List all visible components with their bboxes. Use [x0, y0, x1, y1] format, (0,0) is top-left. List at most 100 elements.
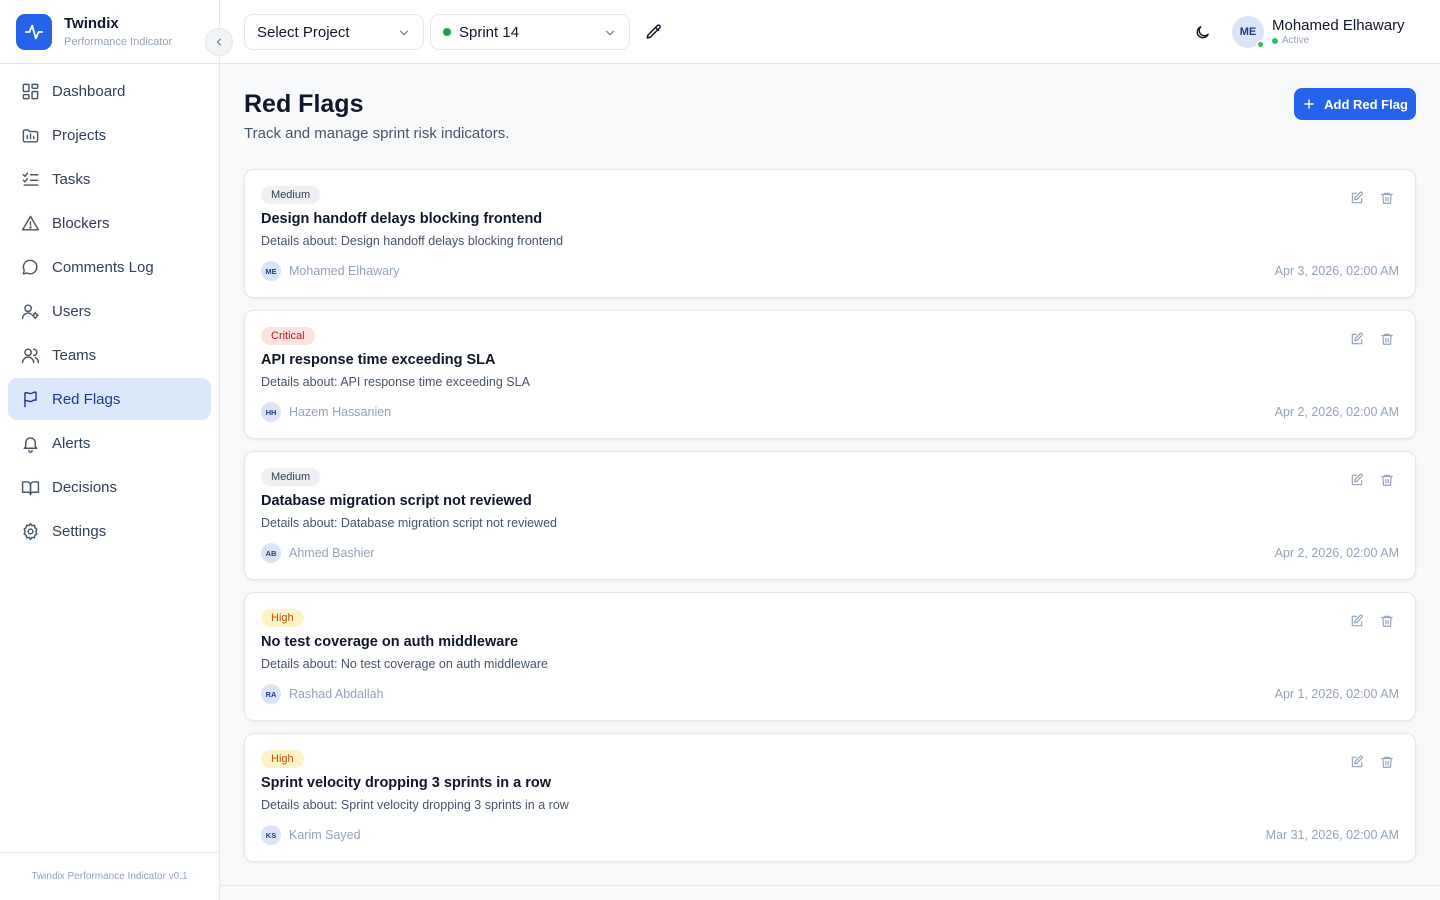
- theme-toggle-button[interactable]: [1192, 22, 1212, 42]
- dashboard-icon: [20, 81, 40, 101]
- sidebar: Twindix Performance Indicator Dashboard …: [0, 0, 233, 900]
- gear-icon: [20, 521, 40, 541]
- trash-icon: [1381, 756, 1393, 768]
- users-icon: [20, 345, 40, 365]
- sidebar-item-label: Projects: [52, 126, 107, 144]
- author-avatar: ME: [261, 261, 281, 281]
- user-status-label: Active: [1282, 35, 1310, 46]
- sidebar-item-decisions[interactable]: Decisions: [8, 466, 211, 508]
- delete-flag-button[interactable]: [1379, 613, 1395, 629]
- flag-icon: [20, 389, 40, 409]
- severity-badge: High: [261, 609, 304, 627]
- delete-flag-button[interactable]: [1379, 190, 1395, 206]
- sprint-active-dot: [443, 28, 451, 36]
- chevron-down-icon: [399, 30, 409, 36]
- sidebar-item-blockers[interactable]: Blockers: [8, 202, 211, 244]
- red-flag-title: No test coverage on auth middleware: [261, 634, 519, 650]
- red-flag-title: Database migration script not reviewed: [261, 493, 532, 509]
- sidebar-item-teams[interactable]: Teams: [8, 334, 211, 376]
- bell-icon: [20, 433, 40, 453]
- moon-icon: [1196, 25, 1209, 38]
- sprint-select[interactable]: Sprint 14: [430, 14, 630, 50]
- red-flag-date: Apr 2, 2026, 02:00 AM: [1274, 405, 1399, 419]
- sprint-select-value: Sprint 14: [459, 23, 520, 41]
- brand-name: Twindix: [64, 14, 119, 32]
- project-select-value: Select Project: [257, 23, 350, 41]
- sidebar-item-alerts[interactable]: Alerts: [8, 422, 211, 464]
- edit-icon: [1351, 473, 1363, 486]
- delete-flag-button[interactable]: [1379, 331, 1395, 347]
- red-flag-title: Design handoff delays blocking frontend: [261, 211, 543, 227]
- sidebar-item-label: Decisions: [52, 478, 118, 496]
- red-flag-date: Mar 31, 2026, 02:00 AM: [1265, 828, 1399, 842]
- red-flag-author: Karim Sayed: [289, 828, 361, 842]
- red-flag-details: Details about: No test coverage on auth …: [261, 657, 548, 671]
- red-flag-card: High Sprint velocity dropping 3 sprints …: [244, 733, 1416, 862]
- severity-badge: Medium: [261, 468, 321, 486]
- red-flag-author: Hazem Hassanien: [289, 405, 392, 419]
- delete-flag-button[interactable]: [1379, 472, 1395, 488]
- edit-flag-button[interactable]: [1349, 190, 1365, 206]
- sidebar-item-label: Teams: [52, 346, 97, 364]
- project-select[interactable]: Select Project: [244, 14, 424, 50]
- status-dot: [1272, 38, 1278, 44]
- user-initials: ME: [1239, 26, 1257, 38]
- pencil-icon: [646, 24, 661, 39]
- red-flag-title: API response time exceeding SLA: [261, 352, 496, 368]
- red-flag-date: Apr 1, 2026, 02:00 AM: [1274, 687, 1399, 701]
- red-flag-card: Medium Design handoff delays blocking fr…: [244, 169, 1416, 298]
- edit-icon: [1351, 332, 1363, 345]
- red-flag-details: Details about: Database migration script…: [261, 516, 557, 530]
- chevron-down-icon: [605, 30, 615, 36]
- sidebar-item-label: Red Flags: [52, 390, 121, 408]
- author-avatar: AB: [261, 543, 281, 563]
- edit-flag-button[interactable]: [1349, 613, 1365, 629]
- sidebar-item-settings[interactable]: Settings: [8, 510, 211, 552]
- sidebar-item-comments-log[interactable]: Comments Log: [8, 246, 211, 288]
- add-red-flag-button[interactable]: Add Red Flag: [1294, 88, 1416, 120]
- edit-flag-button[interactable]: [1349, 331, 1365, 347]
- red-flag-title: Sprint velocity dropping 3 sprints in a …: [261, 775, 552, 791]
- edit-icon: [1351, 191, 1363, 204]
- page-title: Red Flags: [244, 90, 364, 118]
- red-flag-date: Apr 2, 2026, 02:00 AM: [1274, 546, 1399, 560]
- user-name: Mohamed Elhawary: [1272, 17, 1405, 34]
- delete-flag-button[interactable]: [1379, 754, 1395, 770]
- brand-subtitle: Performance Indicator: [64, 35, 173, 48]
- red-flag-details: Details about: Design handoff delays blo…: [261, 234, 564, 248]
- collapse-sidebar-button[interactable]: [205, 28, 233, 56]
- sidebar-item-label: Alerts: [52, 434, 91, 452]
- sidebar-item-red-flags[interactable]: Red Flags: [8, 378, 211, 420]
- chevron-left-icon: [216, 38, 222, 46]
- red-flag-details: Details about: Sprint velocity dropping …: [261, 798, 569, 812]
- sidebar-item-tasks[interactable]: Tasks: [8, 158, 211, 200]
- user-avatar[interactable]: ME: [1232, 16, 1265, 49]
- sidebar-item-label: Users: [52, 302, 92, 320]
- red-flag-author: Rashad Abdallah: [289, 687, 384, 701]
- edit-sprint-button[interactable]: [644, 22, 664, 42]
- edit-flag-button[interactable]: [1349, 472, 1365, 488]
- author-avatar: HH: [261, 402, 281, 422]
- red-flag-card: Medium Database migration script not rev…: [244, 451, 1416, 580]
- trash-icon: [1381, 333, 1393, 345]
- red-flag-author: Ahmed Bashier: [289, 546, 375, 560]
- brand: Twindix Performance Indicator: [0, 0, 233, 64]
- edit-icon: [1351, 755, 1363, 768]
- red-flag-card: High No test coverage on auth middleware…: [244, 592, 1416, 721]
- severity-badge: High: [261, 750, 304, 768]
- sidebar-item-projects[interactable]: Projects: [8, 114, 211, 156]
- sidebar-item-users[interactable]: Users: [8, 290, 211, 332]
- red-flag-author: Mohamed Elhawary: [289, 264, 400, 278]
- sidebar-item-dashboard[interactable]: Dashboard: [8, 70, 211, 112]
- activity-logo-icon: [16, 13, 52, 50]
- edit-flag-button[interactable]: [1349, 754, 1365, 770]
- add-red-flag-label: Add Red Flag: [1324, 96, 1408, 112]
- severity-badge: Critical: [261, 327, 315, 345]
- trash-icon: [1381, 192, 1393, 204]
- red-flag-details: Details about: API response time exceedi…: [261, 375, 530, 389]
- user-status: Active: [1272, 35, 1309, 47]
- sidebar-item-label: Settings: [52, 522, 107, 540]
- page-subtitle: Track and manage sprint risk indicators.: [244, 125, 510, 142]
- author-avatar: RA: [261, 684, 281, 704]
- sidebar-nav: Dashboard Projects Tasks Blockers Commen…: [0, 64, 219, 560]
